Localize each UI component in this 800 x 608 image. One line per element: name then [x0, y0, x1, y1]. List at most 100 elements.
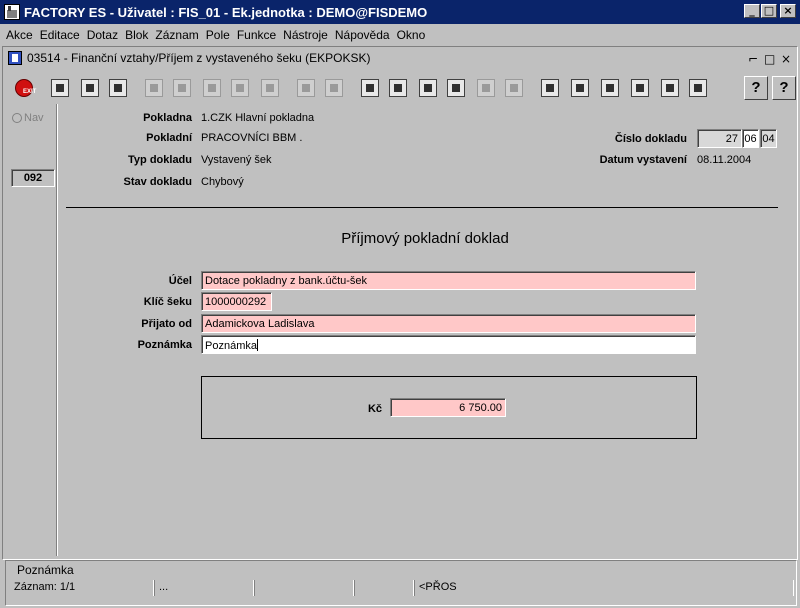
ucel-label: Účel — [168, 275, 192, 287]
prijato-od-label: Přijato od — [141, 318, 192, 330]
calculator-button[interactable] — [538, 76, 562, 100]
delete-record-button[interactable] — [106, 76, 130, 100]
status-mode: <PŘOS — [414, 580, 794, 596]
find-button[interactable] — [444, 76, 468, 100]
insert-record-button[interactable] — [48, 76, 72, 100]
enter-query-button[interactable] — [142, 76, 166, 100]
form-heading: Příjmový pokladní doklad — [341, 230, 509, 247]
calendar-icon — [631, 79, 649, 97]
ship-wheel-icon — [571, 79, 589, 97]
list-button[interactable] — [474, 76, 498, 100]
form-restore-icon[interactable]: □ — [764, 52, 775, 66]
status-cell-4 — [354, 580, 414, 596]
print-icon — [297, 79, 315, 97]
pokladni-value: PRACOVNÍCI BBM . — [201, 132, 303, 144]
record-number: 092 — [11, 169, 55, 187]
kc-field[interactable]: 6 750.00 — [390, 398, 506, 417]
sort-multiple-icon — [261, 79, 279, 97]
print-setup-button[interactable] — [322, 76, 346, 100]
close-button[interactable]: × — [780, 4, 796, 18]
maximize-button[interactable]: □ — [761, 4, 777, 18]
magnifier-icon — [447, 79, 465, 97]
prijato-od-field[interactable]: Adamickova Ladislava — [201, 314, 696, 333]
scissors-icon — [361, 79, 379, 97]
menu-blok[interactable]: Blok — [125, 28, 148, 42]
menu-pole[interactable]: Pole — [206, 28, 230, 42]
help-button[interactable]: ? — [744, 76, 768, 100]
menu-akce[interactable]: Akce — [6, 28, 33, 42]
cislo-dokladu-part2[interactable]: 06 — [742, 129, 759, 148]
menu-nastroje[interactable]: Nástroje — [283, 28, 328, 42]
execute-query-icon — [173, 79, 191, 97]
menu-bar: Akce Editace Dotaz Blok Záznam Pole Funk… — [0, 24, 800, 46]
typ-dokladu-label: Typ dokladu — [128, 154, 192, 166]
status-bar: Záznam: 1/1 ... <PŘOS — [8, 580, 794, 596]
nav-label: Nav — [24, 112, 44, 124]
calendar-button[interactable] — [628, 76, 652, 100]
form-icon — [8, 51, 22, 65]
columns-button[interactable] — [502, 76, 526, 100]
sum-button[interactable] — [658, 76, 682, 100]
form-window-title-bar: 03514 - Finanční vztahy/Příjem z vystave… — [2, 48, 798, 68]
exit-icon: EXIT — [15, 79, 36, 97]
minimize-button[interactable]: _ — [744, 4, 760, 18]
form-close-icon[interactable]: × — [781, 52, 791, 66]
menu-zaznam[interactable]: Záznam — [155, 28, 198, 42]
sort-descending-button[interactable] — [228, 76, 252, 100]
tools-button[interactable] — [598, 76, 622, 100]
copy-button[interactable] — [386, 76, 410, 100]
app-title: FACTORY ES - Uživatel : FIS_01 - Ek.jedn… — [24, 4, 428, 20]
text-cursor — [256, 339, 258, 351]
cislo-dokladu-part3[interactable]: 04 — [760, 129, 777, 148]
navigation-button[interactable] — [568, 76, 592, 100]
status-cell-2: ... — [154, 580, 254, 596]
cislo-dokladu-part1[interactable]: 27 — [697, 129, 742, 148]
triangle-icon — [601, 79, 619, 97]
nav-radio-icon[interactable] — [12, 113, 22, 123]
typ-dokladu-value: Vystavený šek — [201, 154, 272, 166]
save-button[interactable] — [78, 76, 102, 100]
pokladna-value: 1.CZK Hlavní pokladna — [201, 112, 315, 124]
menu-okno[interactable]: Okno — [397, 28, 426, 42]
menu-funkce[interactable]: Funkce — [237, 28, 276, 42]
toolbar: EXIT ? ? — [8, 72, 798, 104]
insert-record-icon — [51, 79, 69, 97]
poznamka-field[interactable]: Poznámka — [201, 335, 696, 354]
list-icon — [477, 79, 495, 97]
status-cell-3 — [254, 580, 354, 596]
app-icon[interactable] — [4, 4, 20, 20]
form-minimize-icon[interactable]: ⌐ — [748, 52, 758, 66]
print-setup-icon — [325, 79, 343, 97]
menu-napoveda[interactable]: Nápověda — [335, 28, 390, 42]
datum-vystaveni-label: Datum vystavení — [599, 154, 687, 166]
header-divider — [66, 207, 778, 208]
print-button[interactable] — [294, 76, 318, 100]
cut-button[interactable] — [358, 76, 382, 100]
sort-multiple-button[interactable] — [258, 76, 282, 100]
form-window-title: 03514 - Finanční vztahy/Příjem z vystave… — [27, 51, 371, 65]
pokladni-label: Pokladní — [146, 132, 192, 144]
enter-query-icon — [145, 79, 163, 97]
ucel-field[interactable]: Dotace pokladny z bank.účtu-šek — [201, 271, 696, 290]
whats-this-button[interactable]: ? — [772, 76, 796, 100]
menu-dotaz[interactable]: Dotaz — [87, 28, 118, 42]
save-icon — [81, 79, 99, 97]
klic-seku-field[interactable]: 1000000292 — [201, 292, 272, 311]
klic-seku-label: Klíč šeku — [143, 296, 192, 308]
cislo-dokladu-label: Číslo dokladu — [614, 133, 687, 145]
columns-icon — [505, 79, 523, 97]
menu-editace[interactable]: Editace — [40, 28, 80, 42]
sigma-icon — [661, 79, 679, 97]
sort-ascending-icon — [203, 79, 221, 97]
paste-icon — [419, 79, 437, 97]
sort-ascending-button[interactable] — [200, 76, 224, 100]
poznamka-value: Poznámka — [205, 340, 257, 352]
excel-export-button[interactable] — [686, 76, 710, 100]
exit-button[interactable]: EXIT — [12, 76, 36, 100]
stav-dokladu-value: Chybový — [201, 176, 244, 188]
sort-descending-icon — [231, 79, 249, 97]
copy-icon — [389, 79, 407, 97]
excel-icon — [689, 79, 707, 97]
execute-query-button[interactable] — [170, 76, 194, 100]
paste-button[interactable] — [416, 76, 440, 100]
